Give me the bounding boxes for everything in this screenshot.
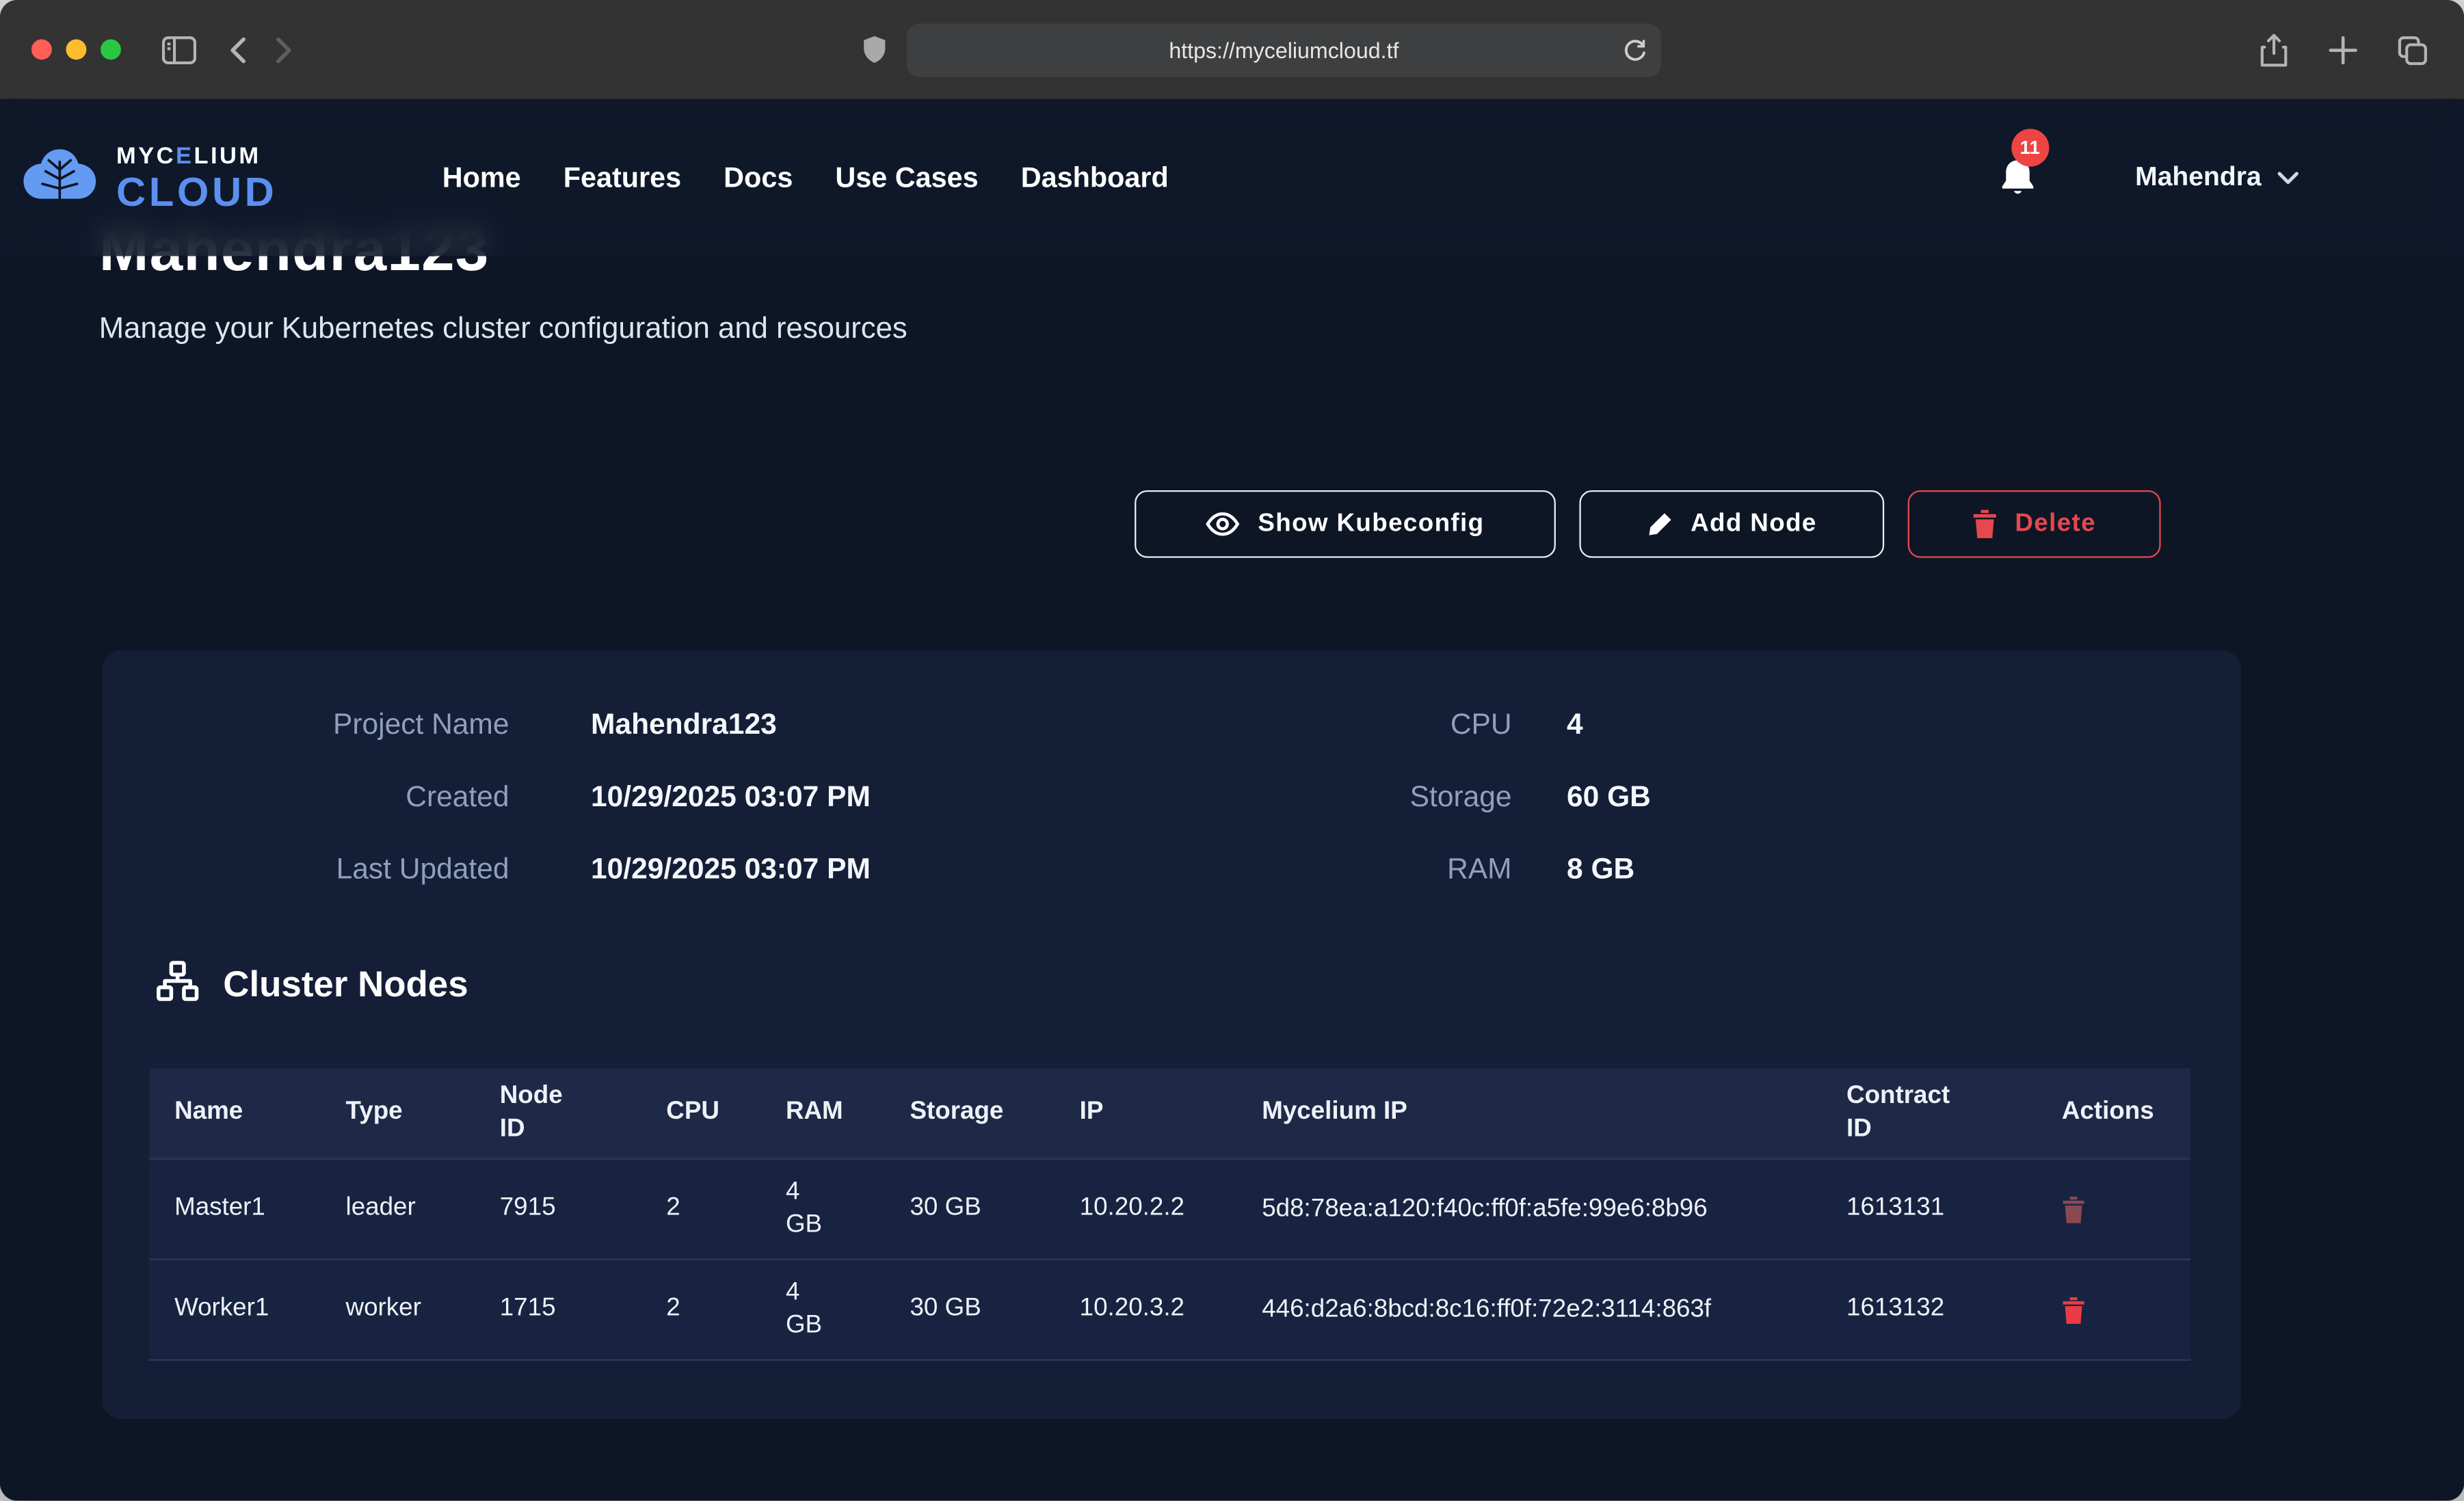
delete-node-button[interactable]: [2062, 1296, 2085, 1324]
cell-mycelium-ip: 5d8:78ea:a120:f40c:ff0f:a5fe:99e6:8b96: [1236, 1160, 1821, 1259]
cell-type: leader: [321, 1160, 475, 1259]
back-button[interactable]: [228, 36, 247, 64]
delete-node-button[interactable]: [2062, 1195, 2085, 1223]
brand-wordmark: MYCELIUM CLOUD: [116, 144, 277, 211]
col-mycelium-ip: Mycelium IP: [1236, 1069, 1821, 1158]
col-name: Name: [149, 1069, 320, 1158]
cell-mycelium-ip: 446:d2a6:8bcd:8c16:ff0f:72e2:3114:863f: [1236, 1260, 1821, 1359]
cell-ip: 10.20.2.2: [1055, 1160, 1237, 1259]
chevron-down-icon: [2277, 170, 2299, 185]
cell-node-id: 1715: [475, 1260, 641, 1359]
eye-icon: [1206, 512, 1241, 535]
cluster-nodes-heading: Cluster Nodes: [154, 960, 468, 1007]
user-name: Mahendra: [2135, 162, 2262, 194]
mycelium-cloud-logo-icon: [19, 146, 101, 209]
page-content: Mahendra123 Manage your Kubernetes clust…: [0, 99, 2464, 1501]
add-node-button[interactable]: Add Node: [1579, 490, 1884, 558]
cluster-nodes-table: Name Type Node ID CPU RAM Storage IP Myc…: [149, 1069, 2190, 1361]
address-bar[interactable]: https://myceliumcloud.tf: [907, 23, 1661, 76]
trash-icon: [2062, 1195, 2085, 1223]
traffic-lights: [31, 39, 121, 59]
project-info-right: CPU 4 Storage 60 GB RAM 8 GB: [1045, 688, 1651, 905]
network-nodes-icon: [154, 960, 201, 1007]
nav-link-features[interactable]: Features: [564, 161, 681, 194]
new-tab-icon[interactable]: [2326, 32, 2361, 67]
col-ram: RAM: [760, 1069, 885, 1158]
notifications-button[interactable]: 11: [1997, 155, 2038, 199]
url-text: https://myceliumcloud.tf: [1169, 37, 1399, 62]
cell-name: Worker1: [149, 1260, 320, 1359]
zoom-window-button[interactable]: [101, 39, 121, 59]
cell-cpu: 2: [641, 1160, 761, 1259]
info-row-storage: Storage 60 GB: [1045, 760, 1651, 833]
table-header-row: Name Type Node ID CPU RAM Storage IP Myc…: [149, 1069, 2190, 1158]
info-row-cpu: CPU 4: [1045, 688, 1651, 760]
cell-name: Master1: [149, 1160, 320, 1259]
privacy-shield-icon[interactable]: [861, 33, 888, 66]
nav-link-home[interactable]: Home: [442, 161, 521, 194]
pencil-icon: [1647, 511, 1673, 537]
info-row-ram: RAM 8 GB: [1045, 833, 1651, 905]
page-subtitle: Manage your Kubernetes cluster configura…: [99, 313, 908, 347]
col-ip: IP: [1055, 1069, 1237, 1158]
col-type: Type: [321, 1069, 475, 1158]
screen: https://myceliumcloud.tf: [0, 0, 2464, 1500]
tab-overview-icon[interactable]: [2395, 32, 2430, 67]
cell-ip: 10.20.3.2: [1055, 1260, 1237, 1359]
table-row-master1: Master1 leader 7915 2 4 GB 30 GB 10.20.2…: [149, 1158, 2190, 1259]
table-row-worker1: Worker1 worker 1715 2 4 GB 30 GB 10.20.3…: [149, 1259, 2190, 1361]
project-info-left: Project Name Mahendra123 Created 10/29/2…: [102, 688, 871, 905]
notification-badge: 11: [2011, 129, 2049, 166]
col-storage: Storage: [885, 1069, 1055, 1158]
share-icon[interactable]: [2257, 32, 2292, 67]
cell-ram: 4 GB: [760, 1260, 885, 1359]
project-card: Project Name Mahendra123 Created 10/29/2…: [102, 650, 2240, 1419]
nav-link-docs[interactable]: Docs: [724, 161, 793, 194]
info-row-project-name: Project Name Mahendra123: [102, 688, 871, 760]
nav-links: Home Features Docs Use Cases Dashboard: [442, 161, 1169, 194]
brand-logo[interactable]: MYCELIUM CLOUD: [19, 144, 278, 211]
user-menu[interactable]: Mahendra: [2135, 162, 2299, 194]
forward-button[interactable]: [275, 36, 294, 64]
nav-link-dashboard[interactable]: Dashboard: [1021, 161, 1169, 194]
trash-icon: [2062, 1296, 2085, 1324]
col-actions: Actions: [2037, 1069, 2190, 1158]
cell-ram: 4 GB: [760, 1160, 885, 1259]
col-node-id: Node ID: [475, 1069, 641, 1158]
cell-contract-id: 1613131: [1821, 1160, 2037, 1259]
browser-titlebar: https://myceliumcloud.tf: [0, 0, 2464, 99]
cell-contract-id: 1613132: [1821, 1260, 2037, 1359]
close-window-button[interactable]: [31, 39, 52, 59]
trash-icon: [1972, 509, 1998, 540]
info-row-created: Created 10/29/2025 03:07 PM: [102, 760, 871, 833]
reload-icon[interactable]: [1624, 23, 1647, 76]
browser-window: https://myceliumcloud.tf: [0, 0, 2464, 1500]
cluster-actions: Show Kubeconfig Add Node Delete: [1135, 490, 2161, 558]
cell-node-id: 7915: [475, 1160, 641, 1259]
cell-type: worker: [321, 1260, 475, 1359]
minimize-window-button[interactable]: [66, 39, 87, 59]
cell-cpu: 2: [641, 1260, 761, 1359]
col-cpu: CPU: [641, 1069, 761, 1158]
show-kubeconfig-button[interactable]: Show Kubeconfig: [1135, 490, 1556, 558]
cell-storage: 30 GB: [885, 1160, 1055, 1259]
nav-link-use-cases[interactable]: Use Cases: [835, 161, 978, 194]
delete-cluster-button[interactable]: Delete: [1908, 490, 2161, 558]
site-navbar: MYCELIUM CLOUD Home Features Docs Use Ca…: [0, 99, 2464, 256]
info-row-last-updated: Last Updated 10/29/2025 03:07 PM: [102, 833, 871, 905]
sidebar-toggle-icon[interactable]: [162, 36, 197, 64]
cell-storage: 30 GB: [885, 1260, 1055, 1359]
logo-e-bars: E: [176, 142, 194, 169]
col-contract-id: Contract ID: [1821, 1069, 2037, 1158]
